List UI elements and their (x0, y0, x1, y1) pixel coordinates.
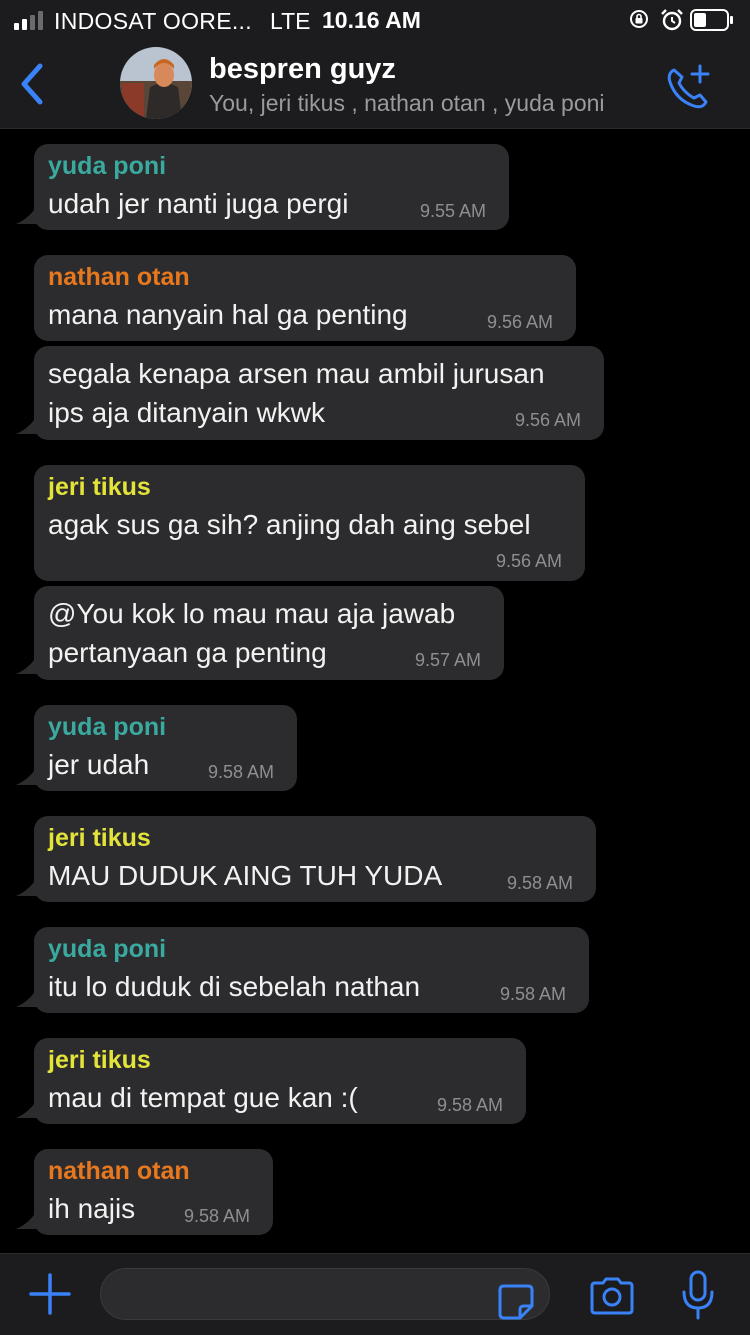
rotation-lock-icon (630, 10, 648, 28)
chat-title[interactable]: bespren guyz (209, 53, 396, 86)
sender-name: jeri tikus (48, 473, 151, 501)
message-text: udah jer nanti juga pergi (48, 188, 349, 219)
group-avatar[interactable] (120, 47, 192, 119)
chat-members[interactable]: You, jeri tikus , nathan otan , yuda pon… (209, 90, 605, 117)
message-list[interactable]: yuda poni udah jer nanti juga pergi 9.55… (0, 129, 750, 1253)
message-input-field[interactable] (100, 1268, 550, 1321)
message-text: @You kok lo mau mau aja jawab (48, 598, 456, 629)
microphone-icon[interactable] (680, 1270, 716, 1322)
composer-bar (0, 1253, 750, 1335)
message-time: 9.56 AM (515, 410, 582, 430)
message-time: 9.58 AM (437, 1095, 504, 1115)
message-text: pertanyaan ga penting (48, 637, 327, 668)
bubble-tail (16, 1209, 38, 1229)
message-time: 9.58 AM (184, 1206, 251, 1226)
message-bubble[interactable]: jeri tikus mau di tempat gue kan :( 9.58… (16, 1038, 526, 1124)
status-time: 10.16 AM (322, 7, 421, 33)
message-time: 9.56 AM (496, 551, 563, 571)
status-bar: INDOSAT OORE... LTE 10.16 AM (0, 0, 750, 42)
alarm-icon (661, 9, 683, 31)
sender-name: jeri tikus (48, 824, 151, 852)
message-bubble[interactable]: yuda poni jer udah 9.58 AM (16, 705, 297, 791)
message-text: ih najis (48, 1193, 136, 1224)
back-chevron-icon[interactable] (16, 60, 46, 108)
bubble-tail (16, 1098, 38, 1118)
message-text: agak sus ga sih? anjing dah aing sebel (48, 509, 531, 540)
message-text: itu lo duduk di sebelah nathan (48, 971, 421, 1002)
bubble-tail (16, 204, 38, 224)
message-bubble[interactable]: nathan otan mana nanyain hal ga penting … (34, 255, 576, 341)
message-time: 9.55 AM (420, 201, 487, 221)
message-time: 9.56 AM (487, 312, 554, 332)
message-text: jer udah (48, 749, 150, 780)
camera-icon[interactable] (588, 1276, 636, 1316)
message-bubble[interactable]: jeri tikus agak sus ga sih? anjing dah a… (34, 465, 585, 581)
sender-name: jeri tikus (48, 1046, 151, 1074)
sender-name: yuda poni (48, 713, 167, 741)
bubble-tail (16, 414, 38, 434)
sender-name: nathan otan (48, 263, 190, 291)
bubble-tail (16, 765, 38, 785)
bubble-tail (16, 876, 38, 896)
plus-icon[interactable] (28, 1272, 72, 1316)
message-time: 9.58 AM (507, 873, 574, 893)
message-bubble[interactable]: nathan otan ih najis 9.58 AM (16, 1149, 273, 1235)
message-text: MAU DUDUK AING TUH YUDA (48, 860, 443, 891)
message-time: 9.57 AM (415, 650, 482, 670)
add-call-icon[interactable] (664, 62, 714, 110)
message-bubble[interactable]: yuda poni udah jer nanti juga pergi 9.55… (16, 144, 509, 230)
message-time: 9.58 AM (208, 762, 275, 782)
message-bubble[interactable]: jeri tikus MAU DUDUK AING TUH YUDA 9.58 … (16, 816, 596, 902)
bubble-tail (16, 987, 38, 1007)
sender-name: nathan otan (48, 1157, 190, 1185)
sender-name: yuda poni (48, 935, 167, 963)
message-text: segala kenapa arsen mau ambil jurusan (48, 358, 545, 389)
network-type: LTE (270, 8, 311, 34)
message-text: ips aja ditanyain wkwk (48, 397, 326, 428)
message-bubble[interactable]: yuda poni itu lo duduk di sebelah nathan… (16, 927, 589, 1013)
chat-header: bespren guyz You, jeri tikus , nathan ot… (0, 42, 750, 129)
carrier-name: INDOSAT OORE... (54, 8, 252, 34)
battery-icon (690, 9, 733, 31)
message-text: mana nanyain hal ga penting (48, 299, 408, 330)
message-bubble[interactable]: @You kok lo mau mau aja jawab pertanyaan… (16, 586, 504, 680)
message-text: mau di tempat gue kan :( (48, 1082, 358, 1113)
message-input[interactable] (119, 1269, 493, 1321)
bubble-tail (16, 654, 38, 674)
message-time: 9.58 AM (500, 984, 567, 1004)
sticker-icon[interactable] (496, 1282, 536, 1322)
message-bubble[interactable]: segala kenapa arsen mau ambil jurusan ip… (16, 346, 604, 440)
sender-name: yuda poni (48, 152, 167, 180)
